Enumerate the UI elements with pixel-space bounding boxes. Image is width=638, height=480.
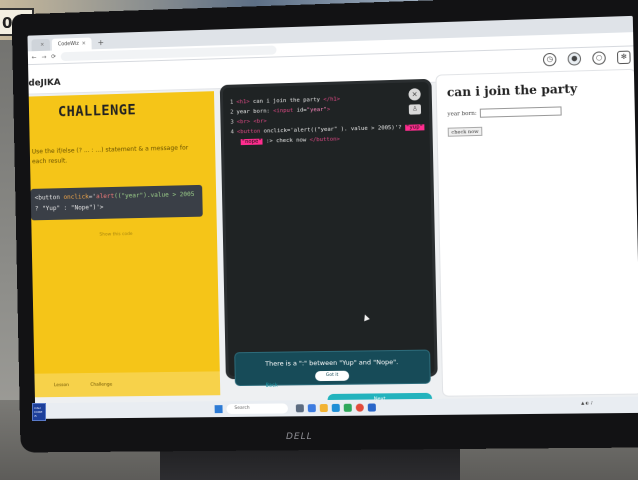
taskbar: Search ▲ ◐ ♪ <box>35 396 638 419</box>
new-tab-icon[interactable]: + <box>93 37 108 49</box>
monitor-brand-logo: DELL <box>286 432 313 442</box>
preview-label: year born: <box>447 110 477 118</box>
edge-browser-icon[interactable] <box>331 403 340 412</box>
widgets-icon[interactable] <box>307 404 316 413</box>
code-line-2: ? "Yup" : "Nope")'> <box>34 203 104 213</box>
taskbar-search[interactable]: Search <box>226 403 289 415</box>
editor-lines: 1 <h1> can i join the party </h1> 2 year b… <box>230 92 431 147</box>
mouse-cursor-icon <box>362 313 370 322</box>
show-code-link[interactable]: Show this code <box>99 232 132 238</box>
year-input[interactable] <box>479 106 562 118</box>
store-icon[interactable] <box>343 403 352 412</box>
task-view-icon[interactable] <box>295 404 304 413</box>
close-icon[interactable]: × <box>82 41 86 47</box>
back-button[interactable]: Back <box>266 383 278 389</box>
lesson-nav: Lesson Challenge <box>28 371 221 398</box>
timer-icon[interactable]: ◷ <box>542 52 557 67</box>
hint-text: There is a ":" between "Yup" and "Nope". <box>265 358 399 368</box>
app-icon[interactable] <box>367 403 376 412</box>
system-tray[interactable]: ▲ ◐ ♪ <box>581 400 593 405</box>
close-icon[interactable]: × <box>40 42 44 48</box>
avatar-icon[interactable]: ● <box>567 52 582 66</box>
app-logo: deJIKA <box>28 77 61 89</box>
output-preview: can i join the party year born: check no… <box>435 68 638 397</box>
file-explorer-icon[interactable] <box>319 403 328 413</box>
challenge-title: CHALLENGE <box>57 102 137 121</box>
code-editor[interactable]: × ♙ 1 <h1> can i join the party </h1> 2 ye… <box>219 78 438 387</box>
nav-item-lesson[interactable]: Lesson <box>54 383 69 388</box>
monitor: × CodeWiz × + ← → ⟳ deJIKA ◷ ● ○ ✻ CHALL… <box>11 0 638 453</box>
code-snippet: <button onclick='alert(("year").value > … <box>30 184 203 221</box>
back-arrow-icon[interactable]: ← <box>32 54 37 61</box>
chat-icon[interactable]: ○ <box>592 51 606 65</box>
reload-icon[interactable]: ⟳ <box>51 53 56 60</box>
tab-label: CodeWiz <box>57 40 79 48</box>
screen: × CodeWiz × + ← → ⟳ deJIKA ◷ ● ○ ✻ CHALL… <box>27 15 638 419</box>
nav-item-challenge[interactable]: Challenge <box>90 382 112 387</box>
editor-line: 4 <button onclick='alert(("year" ). value… <box>230 124 425 146</box>
browser-tab[interactable]: × <box>31 38 51 52</box>
chrome-browser-icon[interactable] <box>355 403 364 412</box>
processor-sticker: intel CORE i5 <box>32 403 46 421</box>
preview-heading: can i join the party <box>446 81 578 100</box>
check-now-button[interactable]: check now <box>447 126 483 137</box>
forward-arrow-icon[interactable]: → <box>41 54 46 61</box>
got-it-button[interactable]: Got it <box>315 370 350 382</box>
challenge-panel: CHALLENGE Use the if/else (? ... : ...) … <box>27 91 221 398</box>
settings-icon[interactable]: ✻ <box>616 50 631 65</box>
windows-start-icon[interactable] <box>214 405 223 414</box>
challenge-description: Use the if/else (? ... : ...) statement … <box>31 144 189 166</box>
hint-popup: There is a ":" between "Yup" and "Nope".… <box>234 349 431 387</box>
